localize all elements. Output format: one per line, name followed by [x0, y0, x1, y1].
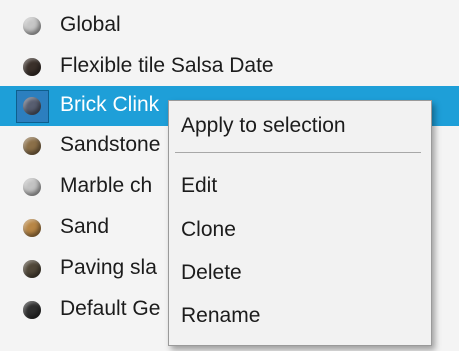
material-swatch-icon	[23, 219, 41, 237]
list-item-global[interactable]: Global	[0, 6, 459, 46]
list-item-label: Flexible tile Salsa Date	[60, 54, 274, 77]
menu-item-edit[interactable]: Edit	[181, 174, 217, 198]
menu-separator	[175, 152, 421, 153]
list-item-label: Brick Clink	[60, 93, 160, 116]
material-swatch-icon	[23, 137, 41, 155]
list-item-label: Global	[60, 13, 121, 36]
menu-item-clone[interactable]: Clone	[181, 218, 236, 242]
list-item-label: Paving sla	[60, 256, 157, 279]
list-item-label: Default Ge	[60, 297, 161, 320]
context-menu: Apply to selection Edit Clone Delete Ren…	[168, 100, 432, 346]
list-item-label: Sandstone	[60, 133, 161, 156]
menu-item-apply-to-selection[interactable]: Apply to selection	[181, 114, 346, 138]
material-swatch-icon	[23, 178, 41, 196]
list-item-label: Marble ch	[60, 174, 153, 197]
material-swatch-icon	[23, 58, 41, 76]
list-item-label: Sand	[60, 215, 110, 238]
material-swatch-icon	[23, 301, 41, 319]
menu-item-rename[interactable]: Rename	[181, 304, 260, 328]
material-swatch-icon	[23, 17, 41, 35]
material-swatch-icon	[23, 260, 41, 278]
list-item-flexible-tile[interactable]: Flexible tile Salsa Date	[0, 47, 459, 87]
menu-item-delete[interactable]: Delete	[181, 261, 242, 285]
material-swatch-icon	[23, 97, 41, 115]
